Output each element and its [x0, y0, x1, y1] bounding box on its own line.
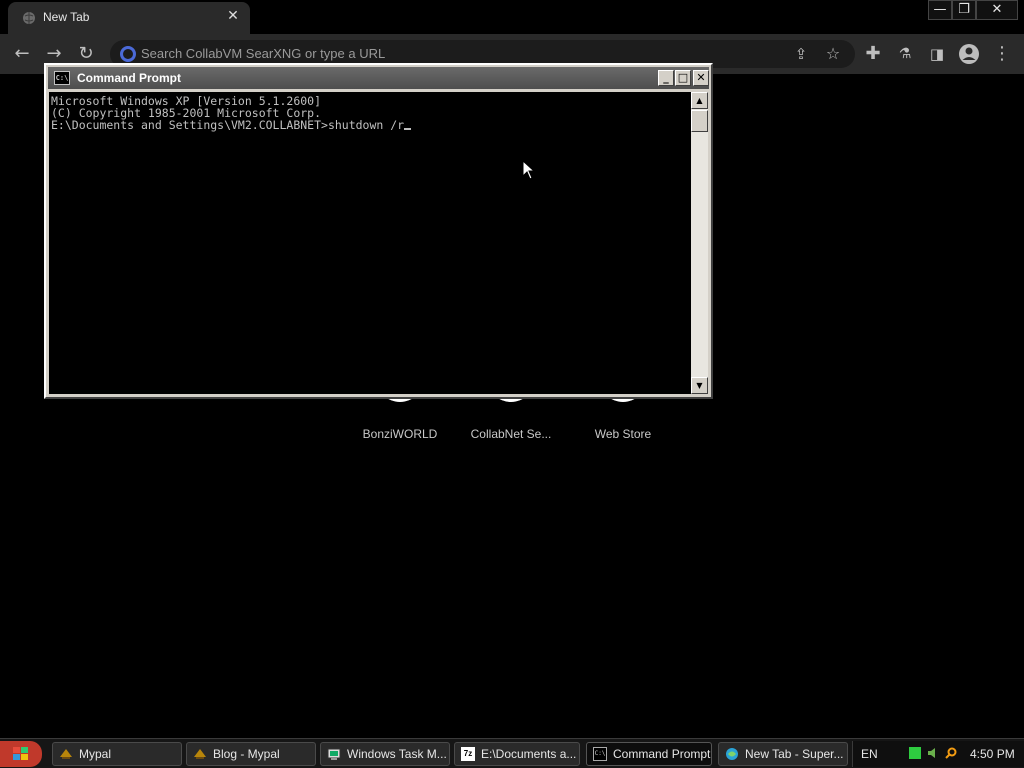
- windows-flag-icon: [13, 747, 28, 760]
- scroll-up-arrow-icon[interactable]: ▲: [691, 92, 708, 109]
- scroll-thumb[interactable]: [691, 110, 708, 132]
- extensions-icon[interactable]: ✚: [861, 42, 885, 66]
- taskbar-item-label: Blog - Mypal: [213, 747, 280, 761]
- clock[interactable]: 4:50 PM: [970, 747, 1015, 761]
- taskbar-item-label: Mypal: [79, 747, 112, 761]
- taskbar-item-task-manager[interactable]: Windows Task M...: [320, 742, 450, 766]
- console-input: E:\Documents and Settings\VM2.COLLABNET>…: [51, 118, 405, 132]
- bookmark-star-icon[interactable]: ☆: [821, 42, 845, 66]
- task-manager-icon: [327, 748, 341, 760]
- command-prompt-window[interactable]: C:\ Command Prompt _ □ ✕ Microsoft Windo…: [44, 63, 713, 399]
- globe-icon: [23, 12, 35, 24]
- cmd-icon: C:\: [54, 71, 70, 85]
- language-indicator[interactable]: EN: [861, 747, 878, 761]
- back-arrow-icon[interactable]: ←: [10, 42, 34, 66]
- mypal-icon: [194, 749, 206, 759]
- console-prompt-line: E:\Documents and Settings\VM2.COLLABNET>…: [51, 119, 689, 131]
- browser-tab[interactable]: New Tab ✕: [8, 2, 250, 34]
- mypal-icon: [60, 749, 72, 759]
- cmd-titlebar[interactable]: C:\ Command Prompt _ □ ✕: [48, 67, 709, 89]
- taskbar-item-label: Windows Task M...: [347, 747, 447, 761]
- volume-icon[interactable]: [927, 747, 939, 759]
- system-tray: EN 4:50 PM: [852, 741, 1024, 767]
- mouse-pointer-icon: [522, 160, 536, 180]
- browser-close-button[interactable]: ✕: [976, 0, 1018, 20]
- labs-flask-icon[interactable]: ⚗: [893, 42, 917, 66]
- cmd-icon: C:\: [593, 747, 607, 761]
- taskbar-item-blog-mypal[interactable]: Blog - Mypal: [186, 742, 316, 766]
- cmd-scrollbar[interactable]: ▲ ▼: [691, 92, 708, 394]
- desktop-screen: New Tab ✕ — ❐ ✕ ← → ↻ Search CollabVM Se…: [0, 0, 1024, 768]
- cmd-maximize-button[interactable]: □: [675, 70, 691, 86]
- menu-kebab-icon[interactable]: ⋮: [990, 42, 1014, 66]
- tab-close-icon[interactable]: ✕: [225, 8, 241, 24]
- shortcut-label: Web Store: [594, 427, 652, 441]
- tab-title: New Tab: [43, 10, 90, 24]
- taskbar-item-mypal[interactable]: Mypal: [52, 742, 182, 766]
- search-engine-icon: [120, 46, 136, 62]
- browser-restore-button[interactable]: ❐: [952, 0, 976, 20]
- taskbar-item-label: Command Prompt: [613, 747, 711, 761]
- browser-minimize-button[interactable]: —: [928, 0, 952, 20]
- omnibox-placeholder: Search CollabVM SearXNG or type a URL: [141, 46, 386, 61]
- network-status-icon[interactable]: [909, 747, 921, 759]
- shortcut-label: CollabNet Se...: [470, 427, 552, 441]
- scroll-down-arrow-icon[interactable]: ▼: [691, 377, 708, 394]
- taskbar-item-7zip[interactable]: 7z E:\Documents a...: [454, 742, 580, 766]
- browser-icon: [726, 748, 738, 760]
- console-output[interactable]: Microsoft Windows XP [Version 5.1.2600](…: [49, 92, 691, 394]
- taskbar: Mypal Blog - Mypal Windows Task M... 7z …: [0, 738, 1024, 768]
- share-icon[interactable]: ⇪: [789, 42, 813, 66]
- taskbar-item-new-tab[interactable]: New Tab - Super...: [718, 742, 848, 766]
- cmd-close-button[interactable]: ✕: [693, 70, 709, 86]
- 7zip-icon: 7z: [461, 747, 475, 761]
- start-button[interactable]: [0, 741, 42, 767]
- shortcut-label: BonziWORLD: [362, 427, 438, 441]
- browser-tabstrip: New Tab ✕ — ❐ ✕: [0, 0, 1024, 34]
- taskbar-item-label: E:\Documents a...: [481, 747, 577, 761]
- taskbar-item-label: New Tab - Super...: [745, 747, 844, 761]
- cmd-window-title: Command Prompt: [77, 71, 182, 85]
- profile-avatar-icon[interactable]: [958, 43, 980, 65]
- text-cursor: [404, 128, 412, 130]
- side-panel-icon[interactable]: ◨: [925, 42, 949, 66]
- search-icon[interactable]: [945, 747, 957, 759]
- taskbar-item-command-prompt[interactable]: C:\ Command Prompt: [586, 742, 712, 766]
- cmd-minimize-button[interactable]: _: [658, 70, 674, 86]
